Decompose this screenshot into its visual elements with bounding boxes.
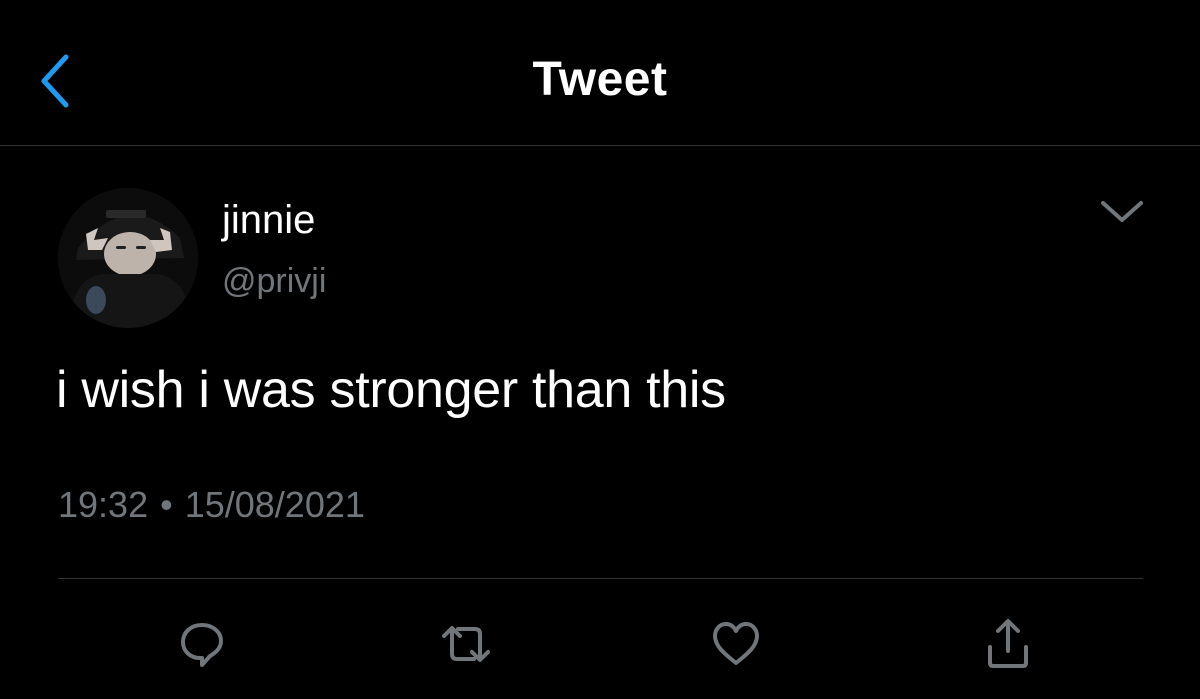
tweet-time: 19:32: [58, 484, 149, 525]
avatar-image: [58, 188, 198, 328]
retweet-icon: [442, 626, 490, 662]
reply-icon: [181, 623, 223, 667]
divider: [58, 578, 1143, 579]
avatar[interactable]: [58, 188, 198, 328]
chevron-down-icon: [1101, 201, 1143, 222]
author-display-name[interactable]: jinnie: [222, 198, 315, 243]
timestamp-separator: •: [160, 484, 173, 525]
like-button[interactable]: [706, 614, 766, 674]
top-bar: Tweet: [0, 0, 1200, 146]
share-button[interactable]: [978, 614, 1038, 674]
tweet-text: i wish i was stronger than this: [56, 361, 726, 419]
share-icon: [988, 619, 1028, 668]
tweet-timestamp: 19:32 • 15/08/2021: [58, 484, 365, 526]
tweet-detail-screen: Tweet jinnie @privji i wish i was strong…: [0, 0, 1200, 699]
more-options-button[interactable]: [1094, 190, 1150, 234]
author-handle[interactable]: @privji: [222, 262, 326, 301]
retweet-button[interactable]: [436, 614, 496, 674]
page-title: Tweet: [532, 53, 668, 106]
like-icon: [713, 622, 759, 665]
tweet-date: 15/08/2021: [184, 484, 365, 525]
reply-button[interactable]: [172, 614, 232, 674]
